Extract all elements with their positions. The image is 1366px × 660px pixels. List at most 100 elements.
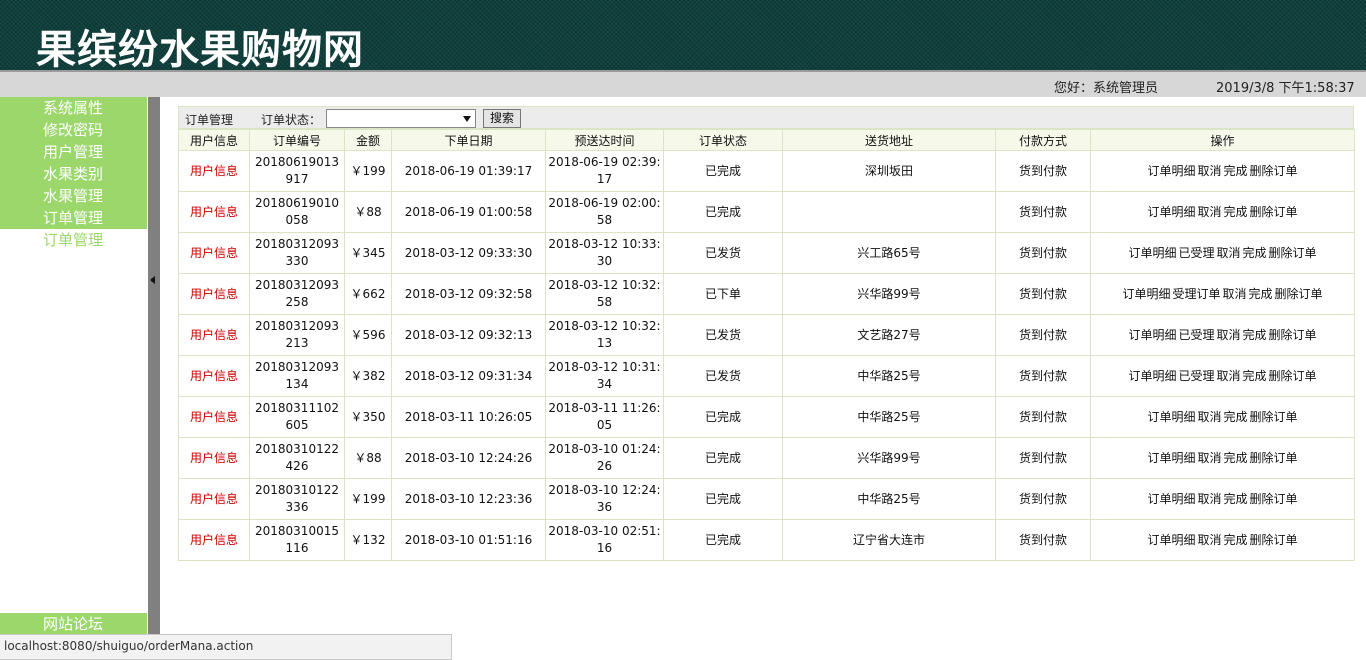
- order-action-link[interactable]: 完成: [1224, 205, 1248, 219]
- order-action-link[interactable]: 取消: [1197, 410, 1221, 424]
- order-action-link[interactable]: 删除订单: [1250, 451, 1298, 465]
- order-date-cell: 2018-03-10 12:24:26: [391, 437, 546, 479]
- order-action-link[interactable]: 已受理: [1178, 246, 1214, 260]
- user-info-cell: 用户信息: [178, 314, 250, 356]
- order-action-link[interactable]: 删除订单: [1269, 328, 1317, 342]
- order-number-cell: 20180312093330: [249, 232, 345, 274]
- order-date-cell: 2018-06-19 01:39:17: [391, 150, 546, 192]
- order-action-link[interactable]: 订单明细: [1128, 369, 1176, 383]
- user-info-link[interactable]: 用户信息: [190, 246, 238, 260]
- sidebar-item-fruit-management[interactable]: 水果管理: [0, 185, 147, 207]
- collapse-arrow-icon[interactable]: [150, 276, 155, 284]
- order-action-link[interactable]: 取消: [1216, 328, 1240, 342]
- order-action-link[interactable]: 受理订单: [1172, 287, 1220, 301]
- column-header: 金额: [344, 129, 392, 151]
- order-action-link[interactable]: 取消: [1222, 287, 1246, 301]
- order-action-link[interactable]: 完成: [1224, 451, 1248, 465]
- order-action-link[interactable]: 完成: [1224, 533, 1248, 547]
- sidebar-subitem-order-management[interactable]: 订单管理: [0, 229, 147, 251]
- actions-cell: 订单明细 已受理 取消 完成 删除订单: [1090, 314, 1355, 356]
- user-info-link[interactable]: 用户信息: [190, 328, 238, 342]
- user-info-link[interactable]: 用户信息: [190, 410, 238, 424]
- order-action-link[interactable]: 订单明细: [1122, 287, 1170, 301]
- amount-cell: ￥199: [344, 150, 392, 192]
- order-action-link[interactable]: 删除订单: [1250, 410, 1298, 424]
- order-action-link[interactable]: 删除订单: [1250, 205, 1298, 219]
- table-row: 用户信息 20180311102605 ￥350 2018-03-11 10:26:0…: [178, 396, 1355, 438]
- order-action-link[interactable]: 取消: [1197, 164, 1221, 178]
- order-action-link[interactable]: 已受理: [1178, 369, 1214, 383]
- order-action-link[interactable]: 取消: [1216, 246, 1240, 260]
- table-row: 用户信息 20180619010058 ￥88 2018-06-19 01:00:58…: [178, 191, 1355, 233]
- address-cell: 中华路25号: [782, 396, 996, 438]
- order-action-link[interactable]: 已受理: [1178, 328, 1214, 342]
- order-action-link[interactable]: 完成: [1249, 287, 1273, 301]
- datetime-text: 2019/3/8 下午1:58:37: [1216, 81, 1355, 96]
- order-action-link[interactable]: 完成: [1243, 328, 1267, 342]
- order-action-link[interactable]: 订单明细: [1128, 246, 1176, 260]
- column-header: 操作: [1090, 129, 1355, 151]
- order-action-link[interactable]: 删除订单: [1250, 492, 1298, 506]
- user-info-link[interactable]: 用户信息: [190, 451, 238, 465]
- order-action-link[interactable]: 删除订单: [1269, 246, 1317, 260]
- search-button[interactable]: 搜索: [483, 109, 521, 128]
- table-row: 用户信息 20180312093258 ￥662 2018-03-12 09:32:5…: [178, 273, 1355, 315]
- order-action-link[interactable]: 完成: [1243, 369, 1267, 383]
- delivery-time-cell: 2018-03-12 10:32:58: [545, 273, 664, 315]
- sidebar-item-change-password[interactable]: 修改密码: [0, 119, 147, 141]
- order-action-link[interactable]: 完成: [1224, 492, 1248, 506]
- user-info-link[interactable]: 用户信息: [190, 164, 238, 178]
- user-info-link[interactable]: 用户信息: [190, 205, 238, 219]
- order-status-cell: 已发货: [663, 232, 783, 274]
- order-action-link[interactable]: 取消: [1197, 492, 1221, 506]
- amount-cell: ￥662: [344, 273, 392, 315]
- order-number-cell: 20180619010058: [249, 191, 345, 233]
- column-header: 付款方式: [995, 129, 1091, 151]
- order-action-link[interactable]: 删除订单: [1250, 164, 1298, 178]
- order-action-link[interactable]: 订单明细: [1147, 492, 1195, 506]
- order-action-link[interactable]: 订单明细: [1128, 328, 1176, 342]
- delivery-time-cell: 2018-03-12 10:33:30: [545, 232, 664, 274]
- order-action-link[interactable]: 完成: [1224, 410, 1248, 424]
- address-cell: 兴工路65号: [782, 232, 996, 274]
- order-action-link[interactable]: 订单明细: [1147, 451, 1195, 465]
- order-date-cell: 2018-03-10 12:23:36: [391, 478, 546, 520]
- table-row: 用户信息 20180310122336 ￥199 2018-03-10 12:23:3…: [178, 478, 1355, 520]
- order-action-link[interactable]: 删除订单: [1250, 533, 1298, 547]
- order-action-link[interactable]: 订单明细: [1147, 410, 1195, 424]
- delivery-time-cell: 2018-03-12 10:32:13: [545, 314, 664, 356]
- toolbar-title: 订单管理: [185, 113, 234, 127]
- table-row: 用户信息 20180312093330 ￥345 2018-03-12 09:33:3…: [178, 232, 1355, 274]
- user-info-link[interactable]: 用户信息: [190, 369, 238, 383]
- sidebar-item-user-management[interactable]: 用户管理: [0, 141, 147, 163]
- sidebar-item-order-management[interactable]: 订单管理: [0, 207, 147, 229]
- order-action-link[interactable]: 取消: [1216, 369, 1240, 383]
- order-status-cell: 已完成: [663, 191, 783, 233]
- user-info-cell: 用户信息: [178, 396, 250, 438]
- order-action-link[interactable]: 订单明细: [1147, 164, 1195, 178]
- user-info-link[interactable]: 用户信息: [190, 492, 238, 506]
- order-action-link[interactable]: 删除订单: [1269, 369, 1317, 383]
- order-status-select[interactable]: [326, 109, 476, 128]
- frame-splitter[interactable]: [148, 97, 160, 660]
- order-number-cell: 20180312093213: [249, 314, 345, 356]
- orders-table: 用户信息 订单编号 金额 下单日期 预送达时间 订单状态 送货地址 付款方式 操…: [178, 129, 1355, 561]
- sidebar-item-system-properties[interactable]: 系统属性: [0, 97, 147, 119]
- order-action-link[interactable]: 取消: [1197, 533, 1221, 547]
- user-info-link[interactable]: 用户信息: [190, 287, 238, 301]
- user-info-link[interactable]: 用户信息: [190, 533, 238, 547]
- order-action-link[interactable]: 完成: [1224, 164, 1248, 178]
- sidebar-item-forum[interactable]: 网站论坛: [0, 613, 147, 635]
- order-action-link[interactable]: 删除订单: [1275, 287, 1323, 301]
- actions-cell: 订单明细 已受理 取消 完成 删除订单: [1090, 355, 1355, 397]
- order-action-link[interactable]: 订单明细: [1147, 533, 1195, 547]
- order-action-link[interactable]: 取消: [1197, 205, 1221, 219]
- sidebar-item-fruit-category[interactable]: 水果类别: [0, 163, 147, 185]
- main-content: 订单管理 订单状态： 搜索 用户信息 订单编号 金额 下单日期 预送达时间 订单…: [178, 106, 1355, 561]
- order-action-link[interactable]: 订单明细: [1147, 205, 1195, 219]
- order-action-link[interactable]: 取消: [1197, 451, 1221, 465]
- order-date-cell: 2018-03-12 09:31:34: [391, 355, 546, 397]
- actions-cell: 订单明细 取消 完成 删除订单: [1090, 478, 1355, 520]
- order-action-link[interactable]: 完成: [1243, 246, 1267, 260]
- browser-status-bar: localhost:8080/shuiguo/orderMana.action: [0, 634, 452, 660]
